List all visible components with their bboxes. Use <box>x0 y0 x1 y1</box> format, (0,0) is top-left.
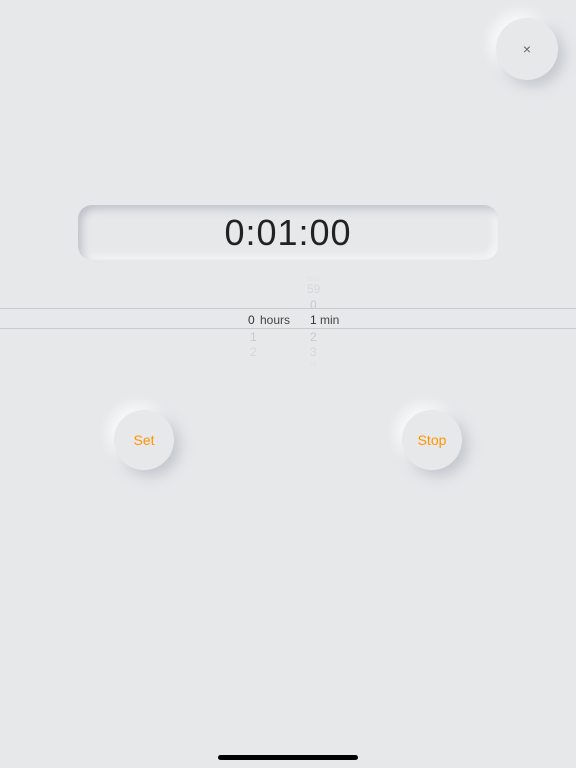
picker-min-label: min <box>320 313 339 327</box>
close-button[interactable]: × <box>496 18 558 80</box>
picker-hours-selected: 0 <box>248 313 255 327</box>
set-button-label: Set <box>133 432 154 448</box>
picker-min-item: 59 <box>307 282 320 296</box>
time-display: 0:01:00 <box>78 205 498 260</box>
picker-min-item: 2 <box>310 330 317 344</box>
picker-hours-item: 2 <box>250 345 257 359</box>
set-button[interactable]: Set <box>114 410 174 470</box>
picker-min-item: 4 <box>310 361 317 368</box>
time-picker[interactable]: 58 59 0 0 hours 1 min 1 2 2 3 4 <box>0 268 576 368</box>
time-value: 0:01:00 <box>224 212 351 254</box>
picker-min-item: 3 <box>310 345 317 359</box>
stop-button-label: Stop <box>418 432 447 448</box>
close-icon: × <box>523 41 531 57</box>
stop-button[interactable]: Stop <box>402 410 462 470</box>
picker-hours-label: hours <box>260 313 290 327</box>
picker-min-selected: 1 <box>310 313 317 327</box>
picker-hours-item: 1 <box>250 330 257 344</box>
home-indicator <box>218 755 358 760</box>
picker-min-item: 0 <box>310 298 317 312</box>
